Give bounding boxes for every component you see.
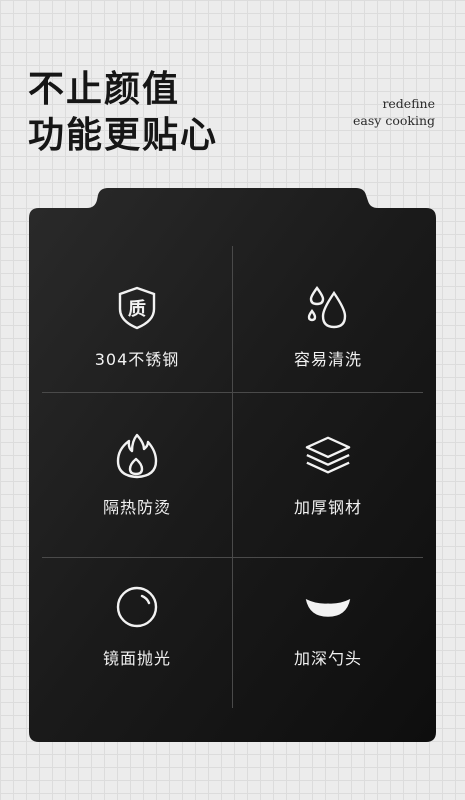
feature-item-deep-ladle: 加深勺头	[233, 583, 423, 669]
grid-divider-horizontal-2	[42, 557, 423, 558]
feature-label: 加深勺头	[293, 649, 362, 668]
tagline: redefine easy cooking	[353, 95, 435, 129]
headline-line-1: 不止颜值	[28, 68, 181, 110]
headline: 不止颜值 功能更贴心	[28, 66, 218, 158]
feature-item-mirror-polish: 镜面抛光	[42, 583, 232, 669]
feature-item-easy-clean: 容易清洗	[233, 284, 423, 370]
grid-divider-horizontal-1	[42, 392, 423, 393]
flame-icon	[113, 432, 161, 480]
quality-shield-icon: 质	[113, 284, 161, 332]
feature-label: 容易清洗	[293, 350, 362, 369]
layers-icon	[304, 432, 352, 480]
feature-label: 镜面抛光	[102, 649, 171, 668]
feature-grid: 质 304不锈钢 容易清洗 隔热防烫 加厚钢材 镜面抛光 加深勺头	[42, 246, 423, 708]
feature-item-304-steel: 质 304不锈钢	[42, 284, 232, 370]
shield-char: 质	[128, 299, 146, 320]
tagline-line-2: easy cooking	[353, 113, 435, 128]
feature-label: 隔热防烫	[102, 498, 171, 517]
headline-line-2: 功能更贴心	[28, 114, 219, 156]
water-drops-icon	[304, 284, 352, 332]
feature-item-heat-insulation: 隔热防烫	[42, 432, 232, 518]
ladle-icon	[304, 583, 352, 631]
feature-item-thick-steel: 加厚钢材	[233, 432, 423, 518]
feature-label: 304不锈钢	[94, 350, 180, 369]
feature-label: 加厚钢材	[293, 498, 362, 517]
polished-circle-icon	[113, 583, 161, 631]
tagline-line-1: redefine	[382, 96, 435, 111]
